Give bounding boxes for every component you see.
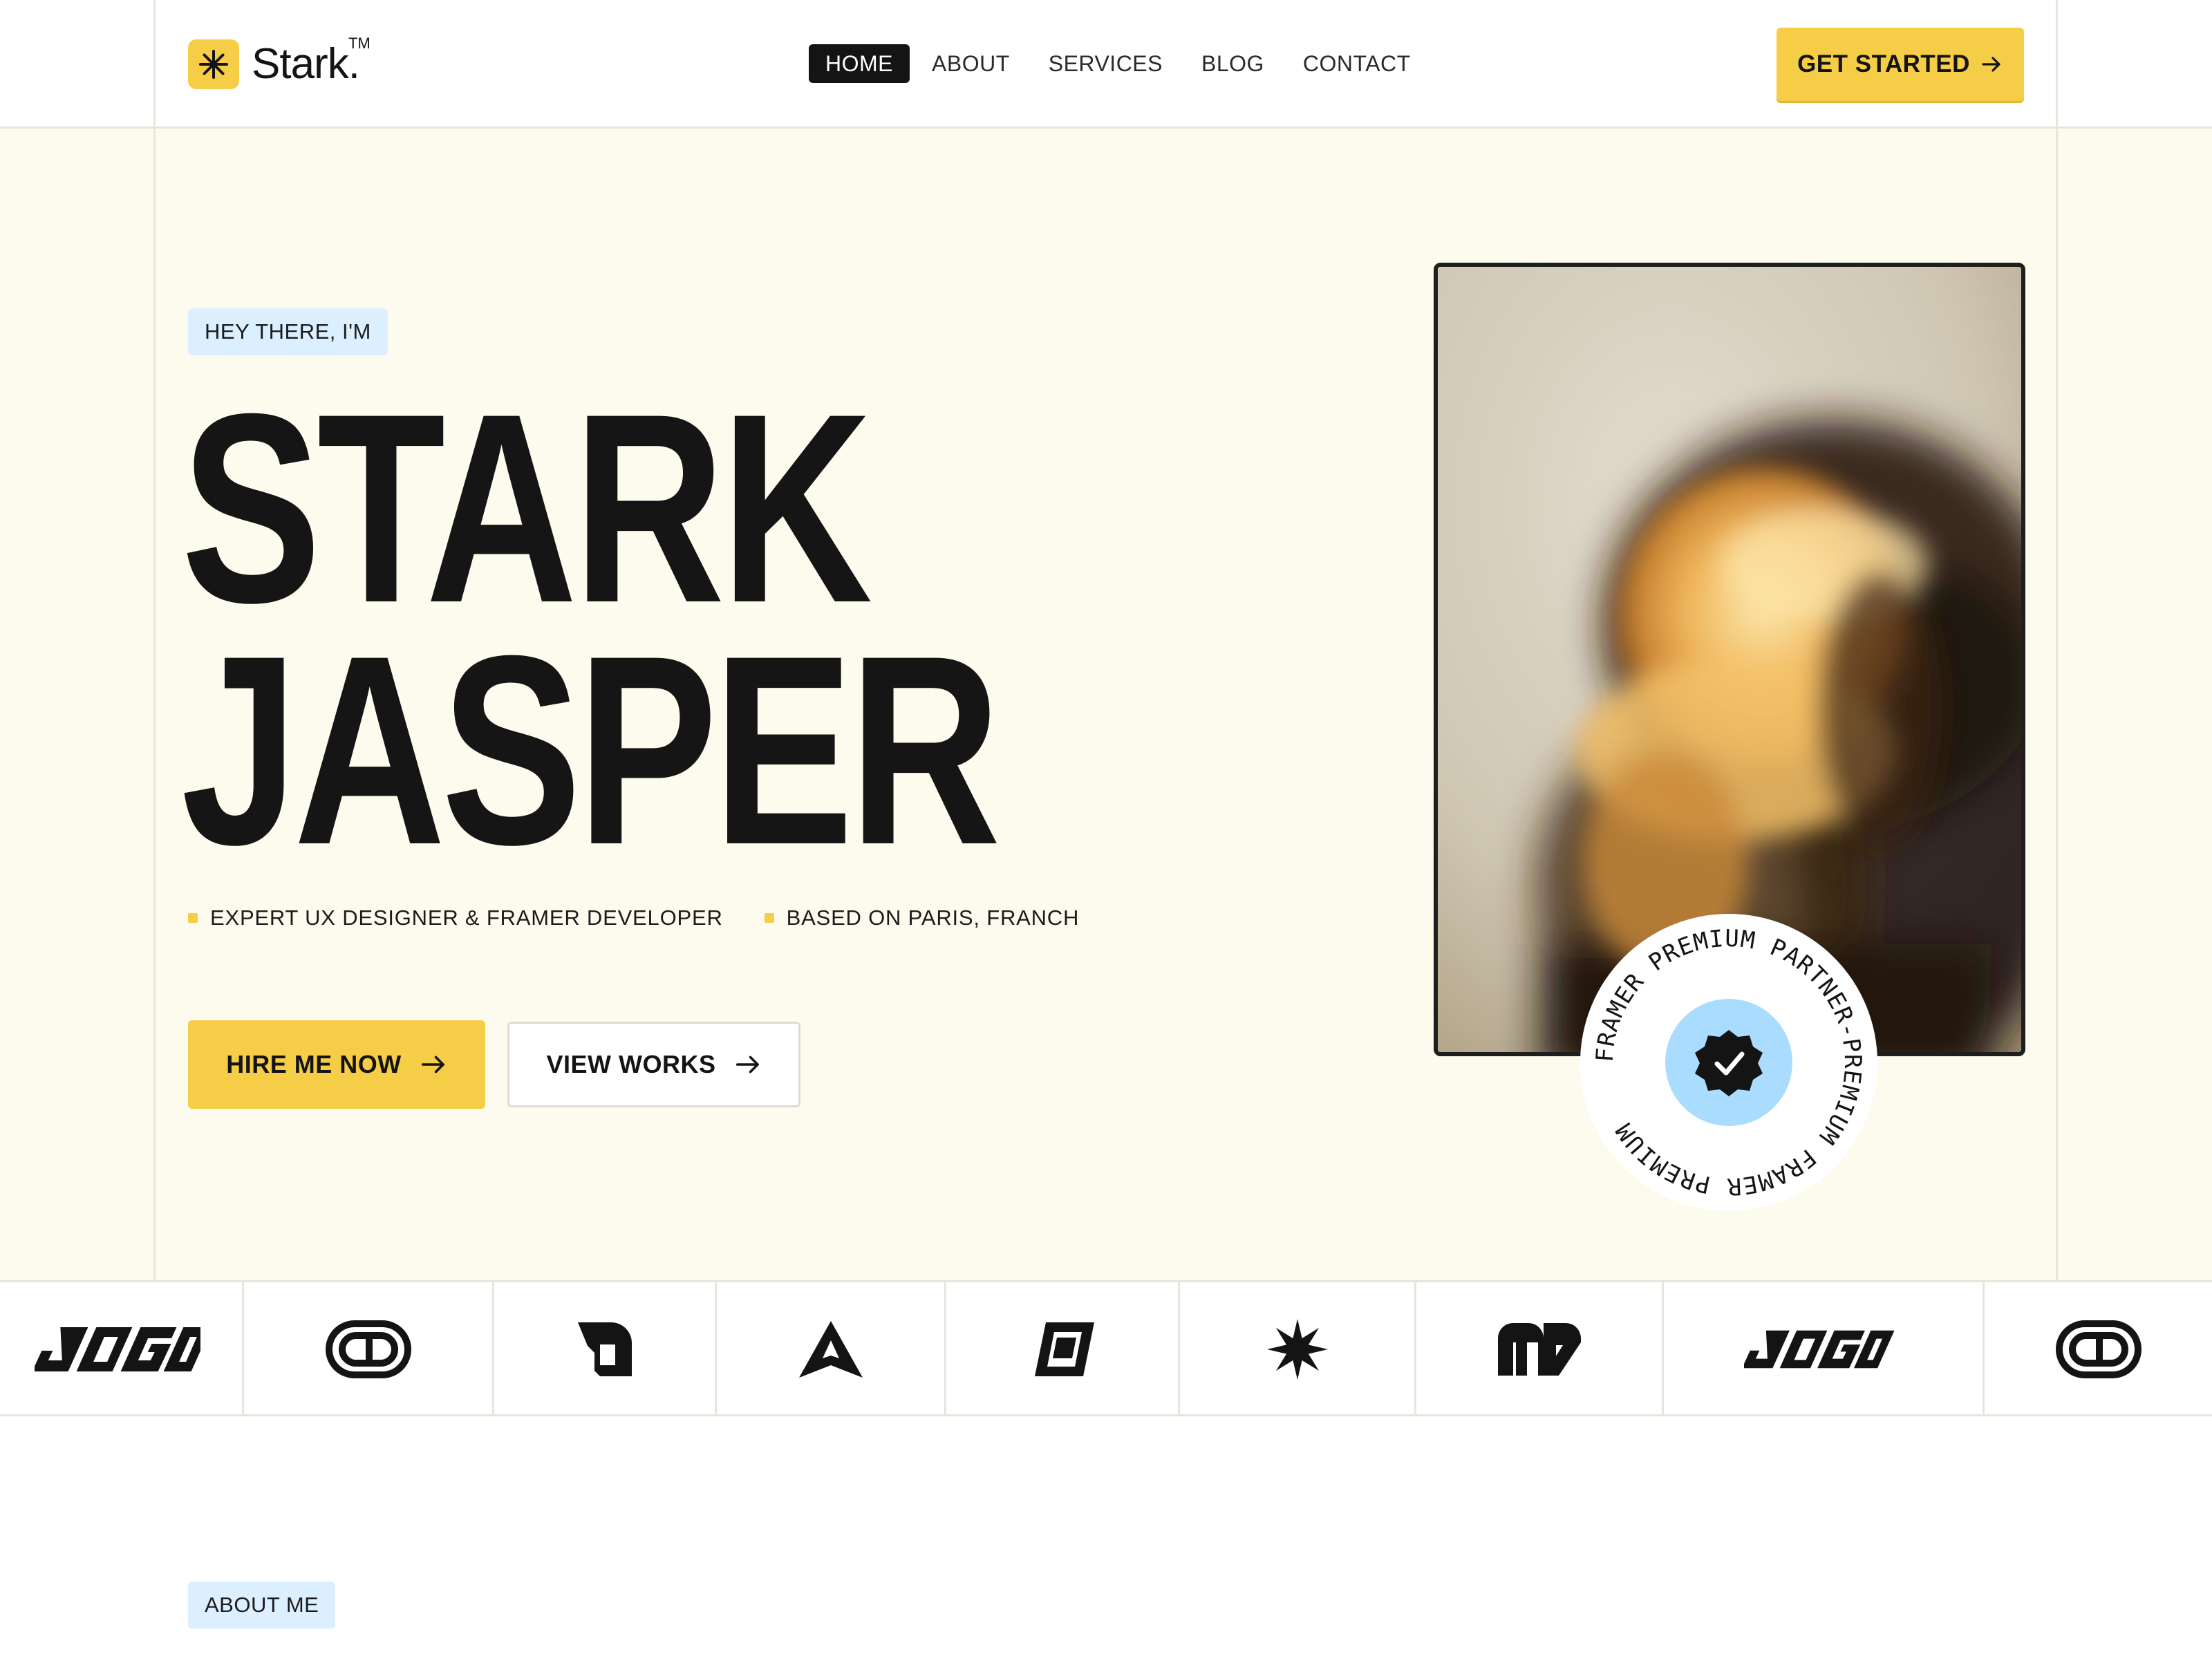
logo-d-icon <box>494 1282 715 1416</box>
divider <box>2056 0 2058 1280</box>
nav-home[interactable]: HOME <box>809 44 910 83</box>
hire-me-label: HIRE ME NOW <box>226 1050 402 1078</box>
premium-partner-badge: FRAMER PREMIUM PARTNER-PREMIUM FRAMER PR… <box>1580 914 1877 1211</box>
hero-title-line2: JASPER <box>181 599 1001 901</box>
logo-wordmark-icon <box>1664 1282 1983 1416</box>
bullet-item: BASED ON PARIS, FRANCH <box>764 906 1080 930</box>
arrow-right-icon <box>1982 57 2000 72</box>
bullet-dot <box>764 913 774 923</box>
bullet-dot <box>188 913 198 923</box>
get-started-button[interactable]: GET STARTED <box>1777 28 2024 101</box>
view-works-button[interactable]: VIEW WORKS <box>507 1022 800 1107</box>
logo-pill-icon <box>244 1282 492 1416</box>
logo-a-icon <box>717 1282 944 1416</box>
nav-services[interactable]: SERVICES <box>1032 44 1179 83</box>
asterisk-icon[interactable] <box>188 39 239 89</box>
bullet-text: EXPERT UX DESIGNER & FRAMER DEVELOPER <box>210 906 723 930</box>
arrow-right-icon <box>735 1056 759 1074</box>
logo-m-icon <box>1416 1282 1662 1416</box>
hero-title: STARK JASPER <box>181 357 1001 901</box>
brand-name[interactable]: Stark. <box>252 33 360 95</box>
divider <box>0 126 2212 129</box>
nav-contact[interactable]: CONTACT <box>1286 44 1427 83</box>
logo-star-icon <box>1180 1282 1414 1416</box>
view-works-label: VIEW WORKS <box>546 1050 716 1078</box>
trademark: TM <box>348 35 371 52</box>
nav-blog[interactable]: BLOG <box>1185 44 1281 83</box>
nav-about[interactable]: ABOUT <box>915 44 1027 83</box>
hero-bullets: EXPERT UX DESIGNER & FRAMER DEVELOPER BA… <box>188 906 1079 930</box>
main-nav: HOME ABOUT SERVICES BLOG CONTACT <box>809 44 1433 83</box>
about-tag: ABOUT ME <box>188 1582 336 1629</box>
bullet-item: EXPERT UX DESIGNER & FRAMER DEVELOPER <box>188 906 723 930</box>
hire-me-button[interactable]: HIRE ME NOW <box>188 1020 485 1109</box>
logo-wordmark-icon <box>0 1282 242 1416</box>
hero-title-line1: STARK <box>181 357 872 659</box>
get-started-label: GET STARTED <box>1797 50 1970 77</box>
divider <box>153 0 156 1280</box>
greeting-tag: HEY THERE, I'M <box>188 308 388 355</box>
arrow-right-icon <box>421 1056 444 1074</box>
logo-cube-icon <box>946 1282 1178 1416</box>
logo-pill-icon <box>1985 1282 2212 1416</box>
bullet-text: BASED ON PARIS, FRANCH <box>786 906 1080 930</box>
